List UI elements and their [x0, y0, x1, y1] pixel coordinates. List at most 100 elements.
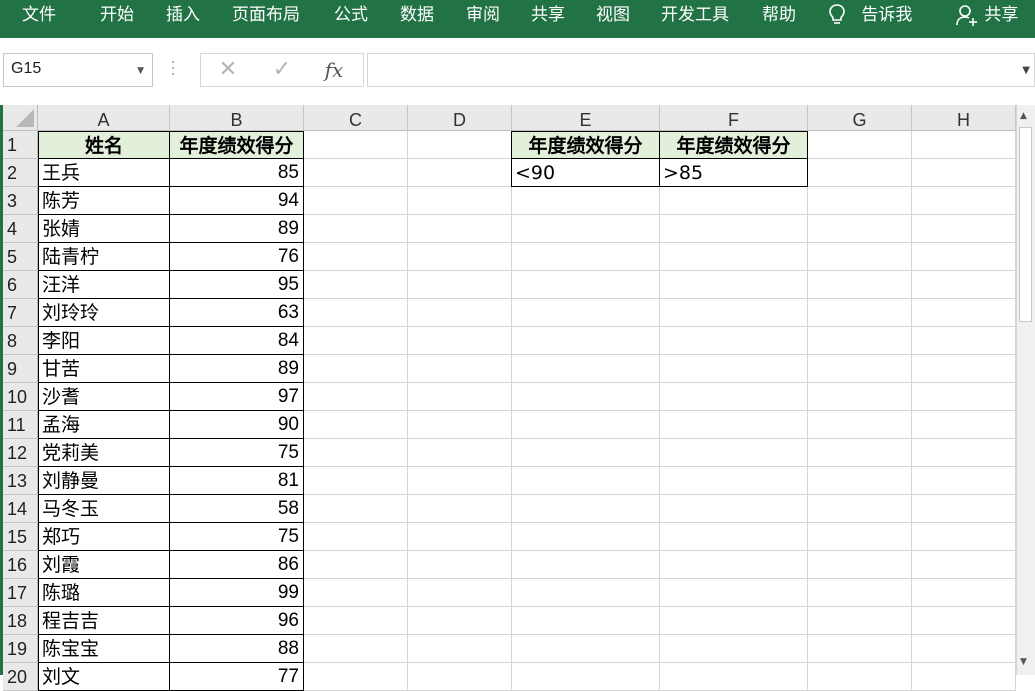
name-cell[interactable]: 陆青柠 [38, 242, 170, 271]
header-score-cell[interactable]: 年度绩效得分 [169, 131, 304, 159]
score-cell[interactable]: 89 [169, 354, 304, 383]
cell[interactable] [408, 523, 512, 551]
cell[interactable] [912, 271, 1016, 299]
cell[interactable] [808, 439, 912, 467]
cell[interactable] [408, 579, 512, 607]
cell[interactable] [912, 411, 1016, 439]
tab-insert[interactable]: 插入 [166, 0, 200, 31]
cell[interactable] [408, 663, 512, 691]
cell[interactable] [912, 383, 1016, 411]
cell[interactable] [304, 159, 408, 187]
cell[interactable] [304, 551, 408, 579]
row-header-6[interactable]: 6 [3, 271, 38, 299]
cell[interactable] [912, 159, 1016, 187]
name-cell[interactable]: 党莉美 [38, 438, 170, 467]
score-cell[interactable]: 63 [169, 298, 304, 327]
cell[interactable] [304, 467, 408, 495]
column-header-f[interactable]: F [660, 105, 808, 131]
cancel-icon[interactable]: ✕ [213, 58, 243, 82]
row-header-20[interactable]: 20 [3, 663, 38, 691]
tab-review[interactable]: 审阅 [466, 0, 500, 31]
cell[interactable] [660, 607, 808, 635]
cell[interactable] [808, 607, 912, 635]
tab-formulas[interactable]: 公式 [334, 0, 368, 31]
cell[interactable] [408, 635, 512, 663]
cell[interactable] [304, 215, 408, 243]
row-header-17[interactable]: 17 [3, 579, 38, 607]
enter-check-icon[interactable]: ✓ [267, 58, 297, 82]
cell[interactable] [512, 215, 660, 243]
name-cell[interactable]: 王兵 [38, 158, 170, 187]
column-header-e[interactable]: E [512, 105, 660, 131]
cell[interactable] [912, 215, 1016, 243]
cell[interactable] [808, 187, 912, 215]
cell[interactable] [512, 495, 660, 523]
cell[interactable] [912, 131, 1016, 159]
criteria-header-f[interactable]: 年度绩效得分 [659, 131, 808, 159]
cell[interactable] [660, 271, 808, 299]
score-cell[interactable]: 85 [169, 158, 304, 187]
cell[interactable] [912, 551, 1016, 579]
cell[interactable] [408, 215, 512, 243]
column-header-g[interactable]: G [808, 105, 912, 131]
score-cell[interactable]: 75 [169, 522, 304, 551]
drag-handle-icon[interactable]: · · · [171, 56, 175, 82]
row-header-10[interactable]: 10 [3, 383, 38, 411]
criteria-value-e[interactable]: <90 [511, 158, 660, 187]
cell[interactable] [808, 327, 912, 355]
chevron-down-icon[interactable]: ▼ [137, 66, 144, 76]
name-cell[interactable]: 孟海 [38, 410, 170, 439]
column-header-b[interactable]: B [170, 105, 304, 131]
cell[interactable] [304, 663, 408, 691]
row-header-12[interactable]: 12 [3, 439, 38, 467]
cell[interactable] [808, 159, 912, 187]
cell[interactable] [512, 579, 660, 607]
cell[interactable] [512, 355, 660, 383]
criteria-value-f[interactable]: >85 [659, 158, 808, 187]
cell[interactable] [408, 607, 512, 635]
cell[interactable] [408, 383, 512, 411]
cell[interactable] [912, 579, 1016, 607]
row-header-13[interactable]: 13 [3, 467, 38, 495]
row-header-11[interactable]: 11 [3, 411, 38, 439]
name-cell[interactable]: 程吉吉 [38, 606, 170, 635]
row-header-8[interactable]: 8 [3, 327, 38, 355]
cell[interactable] [408, 131, 512, 159]
cell[interactable] [660, 467, 808, 495]
cell[interactable] [660, 355, 808, 383]
criteria-header-e[interactable]: 年度绩效得分 [511, 131, 660, 159]
row-header-4[interactable]: 4 [3, 215, 38, 243]
name-cell[interactable]: 甘苦 [38, 354, 170, 383]
row-header-1[interactable]: 1 [3, 131, 38, 159]
tab-page-layout[interactable]: 页面布局 [232, 0, 300, 31]
name-cell[interactable]: 陈芳 [38, 186, 170, 215]
score-cell[interactable]: 84 [169, 326, 304, 355]
cell[interactable] [660, 411, 808, 439]
cell[interactable] [512, 411, 660, 439]
row-header-16[interactable]: 16 [3, 551, 38, 579]
header-name-cell[interactable]: 姓名 [38, 131, 170, 159]
cell[interactable] [512, 187, 660, 215]
score-cell[interactable]: 58 [169, 494, 304, 523]
cell[interactable] [660, 551, 808, 579]
cell[interactable] [512, 523, 660, 551]
cell[interactable] [808, 131, 912, 159]
cell[interactable] [912, 327, 1016, 355]
score-cell[interactable]: 76 [169, 242, 304, 271]
cell[interactable] [912, 663, 1016, 691]
name-cell[interactable]: 郑巧 [38, 522, 170, 551]
row-header-7[interactable]: 7 [3, 299, 38, 327]
cell[interactable] [304, 635, 408, 663]
score-cell[interactable]: 89 [169, 214, 304, 243]
name-cell[interactable]: 刘静曼 [38, 466, 170, 495]
cell[interactable] [912, 523, 1016, 551]
cell[interactable] [808, 495, 912, 523]
cell[interactable] [408, 243, 512, 271]
tab-developer[interactable]: 开发工具 [661, 0, 729, 31]
cell[interactable] [912, 607, 1016, 635]
cell[interactable] [660, 663, 808, 691]
cell[interactable] [304, 523, 408, 551]
name-cell[interactable]: 汪洋 [38, 270, 170, 299]
cell[interactable] [304, 271, 408, 299]
cell[interactable] [660, 579, 808, 607]
